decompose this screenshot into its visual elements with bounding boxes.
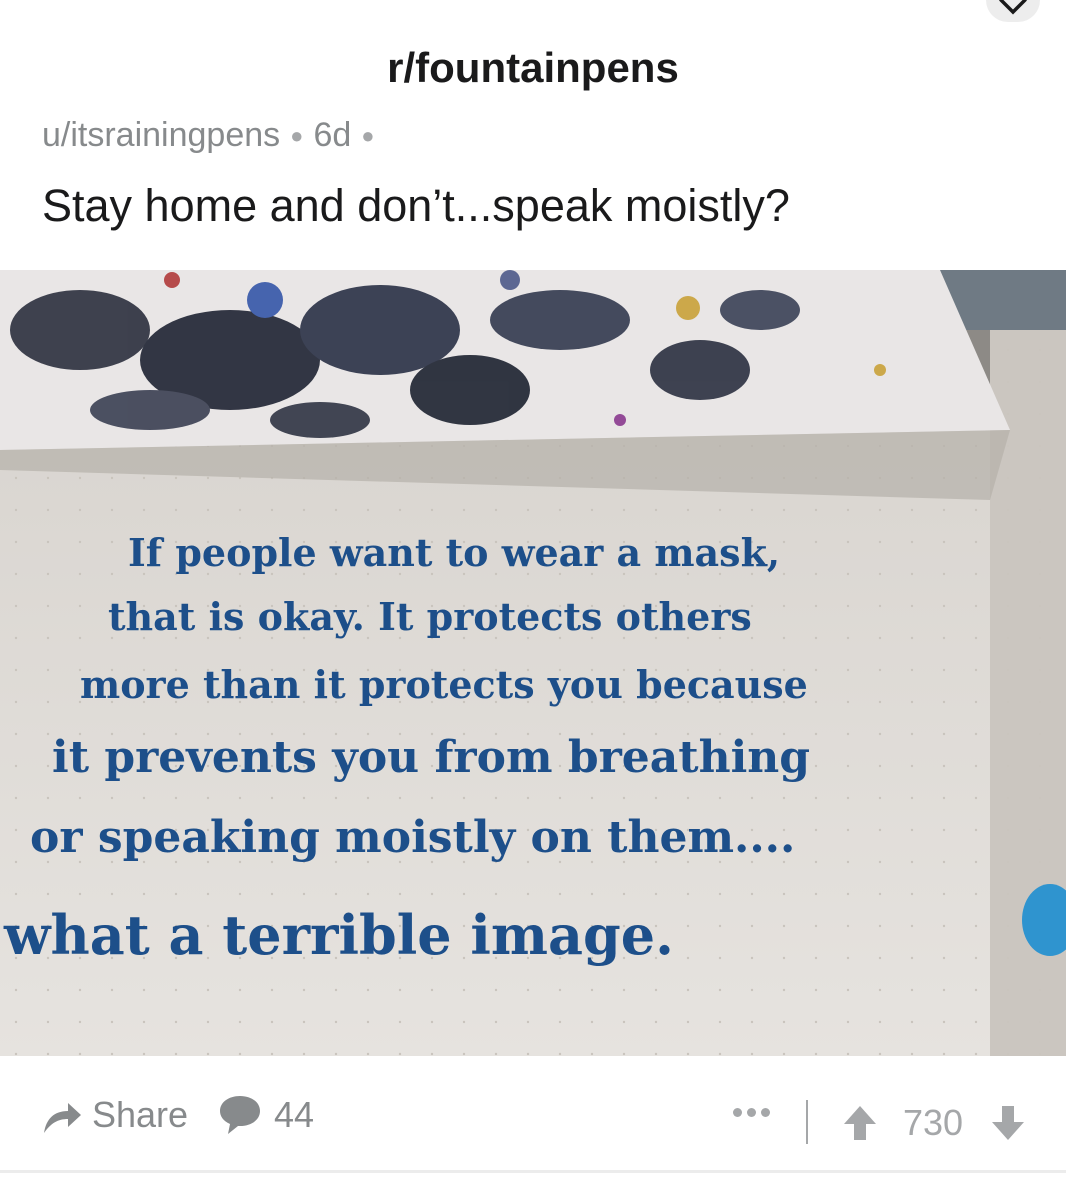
- comment-bubble-icon: [220, 1096, 260, 1134]
- vote-score: 730: [903, 1102, 964, 1143]
- share-label: Share: [92, 1094, 189, 1135]
- more-dots-icon: [761, 1108, 770, 1117]
- note-line: what a terrible image.: [3, 903, 674, 967]
- meta-separator: ●: [361, 122, 375, 148]
- subreddit-name[interactable]: r/fountainpens: [0, 44, 1066, 92]
- downvote-button[interactable]: [990, 1104, 1026, 1147]
- more-dots-icon: [747, 1108, 756, 1117]
- note-line: that is okay. It protects others: [108, 594, 752, 639]
- author-name[interactable]: u/itsrainingpens: [42, 116, 280, 155]
- post-image-photo: If people want to wear a mask, that is o…: [0, 270, 1066, 1056]
- note-line: it prevents you from breathing: [52, 732, 810, 783]
- note-line: If people want to wear a mask,: [128, 530, 780, 575]
- post-age: 6d: [313, 116, 352, 154]
- note-line: or speaking moistly on them....: [30, 812, 795, 863]
- share-button[interactable]: Share: [42, 1094, 188, 1136]
- upvote-arrow-icon: [844, 1106, 876, 1140]
- post-meta: u/itsrainingpens ● 6d ●: [42, 116, 375, 155]
- comments-button[interactable]: 44: [218, 1094, 314, 1136]
- footer-divider: [0, 1170, 1066, 1173]
- more-options-button[interactable]: [733, 1108, 770, 1117]
- vote-divider: [806, 1100, 808, 1144]
- close-icon: [999, 0, 1027, 15]
- comment-count: 44: [274, 1094, 315, 1135]
- more-dots-icon: [733, 1108, 742, 1117]
- meta-separator: ●: [290, 122, 304, 148]
- note-line: more than it protects you because: [80, 662, 808, 707]
- close-button[interactable]: [986, 0, 1040, 22]
- post-title: Stay home and don’t...speak moistly?: [42, 180, 790, 231]
- upvote-button[interactable]: [842, 1104, 878, 1147]
- share-arrow-icon: [44, 1103, 81, 1133]
- downvote-arrow-icon: [992, 1106, 1024, 1140]
- post-image[interactable]: If people want to wear a mask, that is o…: [0, 270, 1066, 1056]
